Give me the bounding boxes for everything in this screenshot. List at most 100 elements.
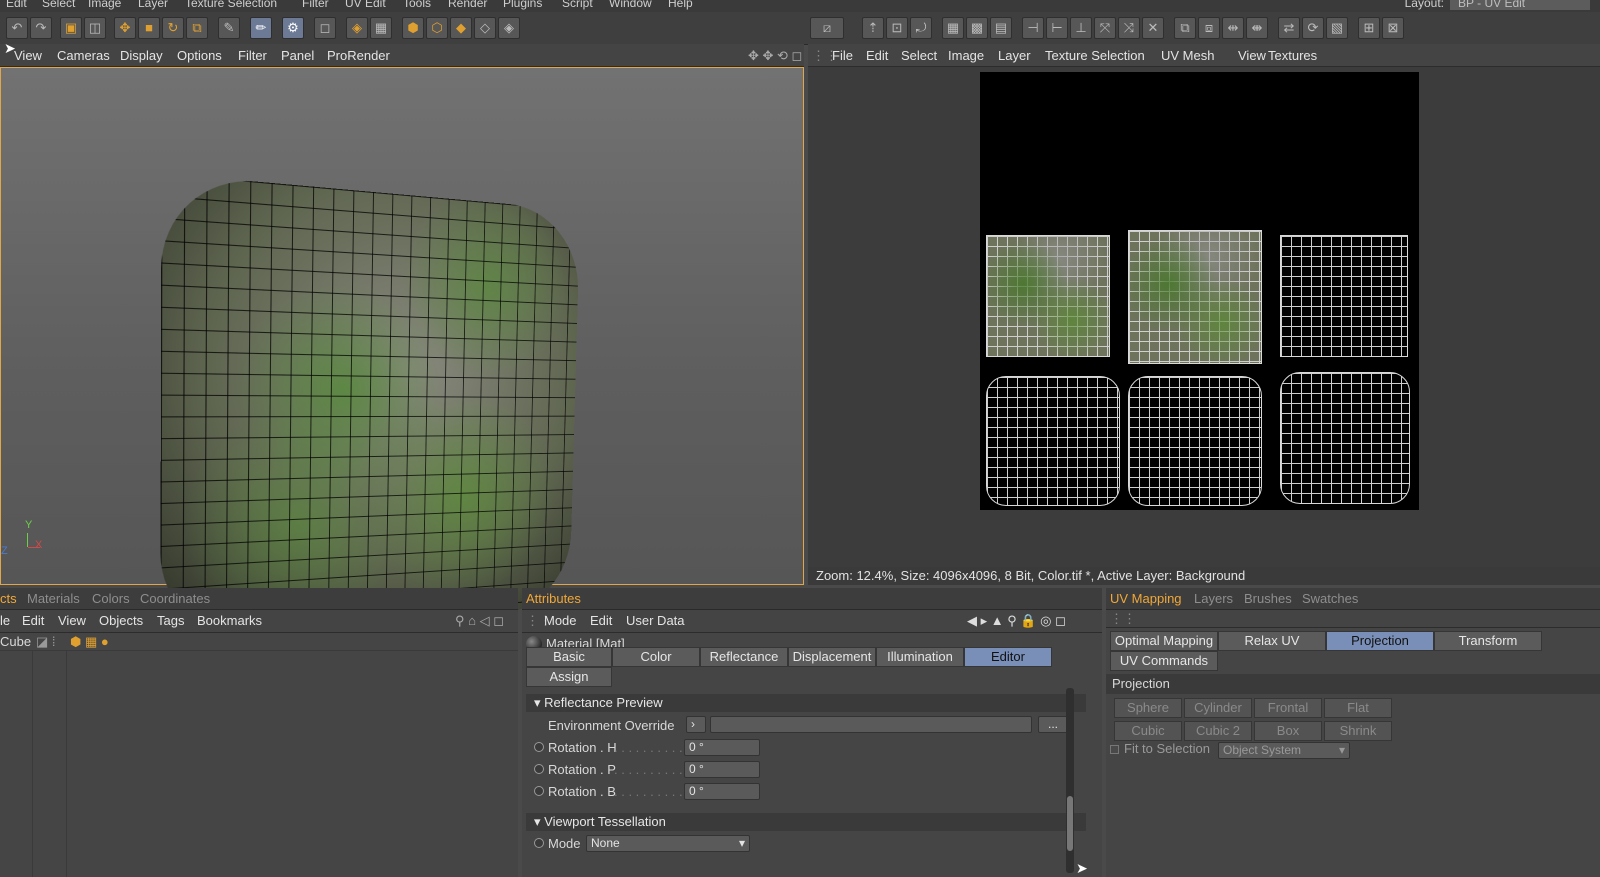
undo-icon[interactable]: ↶	[6, 17, 28, 39]
distribute-icon[interactable]: ⇹	[1222, 17, 1244, 39]
section-viewport-tessellation[interactable]: ▾ Viewport Tessellation	[526, 813, 1086, 831]
attributes-menu-edit[interactable]: Edit	[590, 613, 612, 628]
animate-radio[interactable]	[534, 742, 544, 752]
uv-menu-select[interactable]: Select	[901, 48, 937, 63]
transform-icon[interactable]: ⧉	[186, 17, 208, 39]
tab-swatches[interactable]: Swatches	[1302, 591, 1358, 606]
menu-script[interactable]: Script	[562, 0, 593, 10]
distribute2-icon[interactable]: ⇼	[1246, 17, 1268, 39]
viewport-menu-view[interactable]: View	[14, 48, 42, 63]
tab-illumination[interactable]: Illumination	[876, 647, 964, 667]
viewport-menu-filter[interactable]: Filter	[238, 48, 267, 63]
tab-layers[interactable]: Layers	[1194, 591, 1233, 606]
menu-filter[interactable]: Filter	[302, 0, 329, 10]
env-override-browse-button[interactable]: ...	[1038, 716, 1068, 733]
live-selection-icon[interactable]: ▣	[60, 17, 82, 39]
objects-menu-objects[interactable]: Objects	[99, 613, 143, 628]
menu-render[interactable]: Render	[448, 0, 487, 10]
optimal-mapping-button[interactable]: Optimal Mapping	[1110, 631, 1218, 651]
uv-move-icon[interactable]: ⇡	[862, 17, 884, 39]
scrollbar-thumb[interactable]	[1067, 796, 1073, 851]
align-center-icon[interactable]: ⊥	[1070, 17, 1092, 39]
tab-assign[interactable]: Assign	[526, 667, 612, 687]
uv-commands-button[interactable]: UV Commands	[1110, 651, 1218, 671]
cubic-projection-button[interactable]: Cubic	[1114, 721, 1182, 741]
viewport-navigation-icons[interactable]: ✥ ✥ ⟲ ◻	[748, 48, 802, 64]
stack-icon[interactable]: ⧉	[1174, 17, 1196, 39]
section-reflectance-preview[interactable]: ▾ Reflectance Preview	[526, 694, 1086, 712]
layout-selector[interactable]: Layout: BP - UV Edit	[1405, 0, 1590, 10]
transform-button[interactable]: Transform	[1434, 631, 1542, 651]
objects-menu-edit[interactable]: Edit	[22, 613, 44, 628]
checker-icon[interactable]: ▦	[370, 17, 392, 39]
projection-button[interactable]: Projection	[1326, 631, 1434, 651]
uv-menu-textures[interactable]: Textures	[1268, 48, 1317, 63]
tab-basic[interactable]: Basic	[526, 647, 612, 667]
uv-polygons-icon[interactable]: ◈	[498, 17, 520, 39]
uv-texture-canvas[interactable]	[980, 72, 1419, 510]
menu-layer[interactable]: Layer	[138, 0, 168, 10]
object-row[interactable]: Cube ◪ ⁞ ⬢ ▦ ●	[0, 633, 518, 651]
uv-menu-uv-mesh[interactable]: UV Mesh	[1161, 48, 1214, 63]
rotation-h-field[interactable]: 0 °	[684, 739, 760, 756]
frontal-projection-button[interactable]: Frontal	[1254, 698, 1322, 718]
uv-grid2-icon[interactable]: ▩	[966, 17, 988, 39]
swap-icon[interactable]: ⇄	[1278, 17, 1300, 39]
cycle-icon[interactable]: ⟳	[1302, 17, 1324, 39]
uv-scale-icon[interactable]: ⊡	[886, 17, 908, 39]
uv-island[interactable]	[1128, 376, 1262, 506]
cubic2-projection-button[interactable]: Cubic 2	[1184, 721, 1252, 741]
uv-menu-file[interactable]: File	[832, 48, 853, 63]
animate-radio[interactable]	[534, 786, 544, 796]
tab-reflectance[interactable]: Reflectance	[700, 647, 788, 667]
objects-menu-tags[interactable]: Tags	[157, 613, 184, 628]
cylinder-projection-button[interactable]: Cylinder	[1184, 698, 1252, 718]
tab-materials[interactable]: Materials	[27, 591, 80, 606]
tab-displacement[interactable]: Displacement	[788, 647, 876, 667]
uv-island[interactable]	[986, 376, 1120, 506]
render-view-icon[interactable]: ◈	[346, 17, 368, 39]
uv-points-icon[interactable]: ◇	[474, 17, 496, 39]
menu-plugins[interactable]: Plugins	[503, 0, 542, 10]
viewport-menu-panel[interactable]: Panel	[281, 48, 314, 63]
viewport-menu-prorender[interactable]: ProRender	[327, 48, 390, 63]
attributes-nav-icons[interactable]: ◀ ▸ ▲ ⚲ 🔒 ◎ ◻	[967, 613, 1066, 629]
env-override-field[interactable]	[710, 716, 1032, 733]
selection-mode-icon[interactable]: ◫	[84, 17, 106, 39]
tab-colors[interactable]: Colors	[92, 591, 130, 606]
uv-menu-view[interactable]: View	[1238, 48, 1266, 63]
tab-coordinates[interactable]: Coordinates	[140, 591, 210, 606]
menu-select[interactable]: Select	[42, 0, 75, 10]
uv-snap-icon[interactable]: ⊞	[1358, 17, 1380, 39]
menu-image[interactable]: Image	[88, 0, 121, 10]
fit-to-selection-dropdown[interactable]: Object System ▾	[1218, 742, 1350, 759]
flip-icon[interactable]: ⤧	[1094, 17, 1116, 39]
textured-cube[interactable]	[160, 173, 580, 644]
paint-3d-icon[interactable]: ✏	[250, 17, 272, 39]
tab-attributes[interactable]: Attributes	[526, 591, 581, 606]
align-right-icon[interactable]: ⊢	[1046, 17, 1068, 39]
uv-island[interactable]	[986, 235, 1110, 357]
3d-viewport[interactable]: Y X Z	[0, 67, 804, 585]
uv-menu-edit[interactable]: Edit	[866, 48, 888, 63]
relax-uv-button[interactable]: Relax UV	[1218, 631, 1326, 651]
uv-grid-icon[interactable]: ▦	[942, 17, 964, 39]
brush-icon[interactable]: ✎	[218, 17, 240, 39]
uv-menu-layer[interactable]: Layer	[998, 48, 1031, 63]
cross-icon[interactable]: ✕	[1142, 17, 1164, 39]
objects-menu-file[interactable]: le	[0, 613, 10, 628]
object-name[interactable]: Cube	[0, 634, 31, 649]
redo-icon[interactable]: ↷	[30, 17, 52, 39]
uv-menu-image[interactable]: Image	[948, 48, 984, 63]
move-icon[interactable]: ✥	[114, 17, 136, 39]
grip-icon[interactable]: ⋮⋮	[1110, 611, 1136, 627]
mirror-icon[interactable]: ⤨	[1118, 17, 1140, 39]
animate-radio[interactable]	[534, 764, 544, 774]
layout-value[interactable]: BP - UV Edit	[1450, 0, 1590, 10]
animate-radio[interactable]	[534, 838, 544, 848]
brush-settings-icon[interactable]: ⚙	[282, 17, 304, 39]
stack2-icon[interactable]: ⧈	[1198, 17, 1220, 39]
attributes-menu-user-data[interactable]: User Data	[626, 613, 685, 628]
menu-window[interactable]: Window	[609, 0, 652, 10]
tab-color[interactable]: Color	[612, 647, 700, 667]
